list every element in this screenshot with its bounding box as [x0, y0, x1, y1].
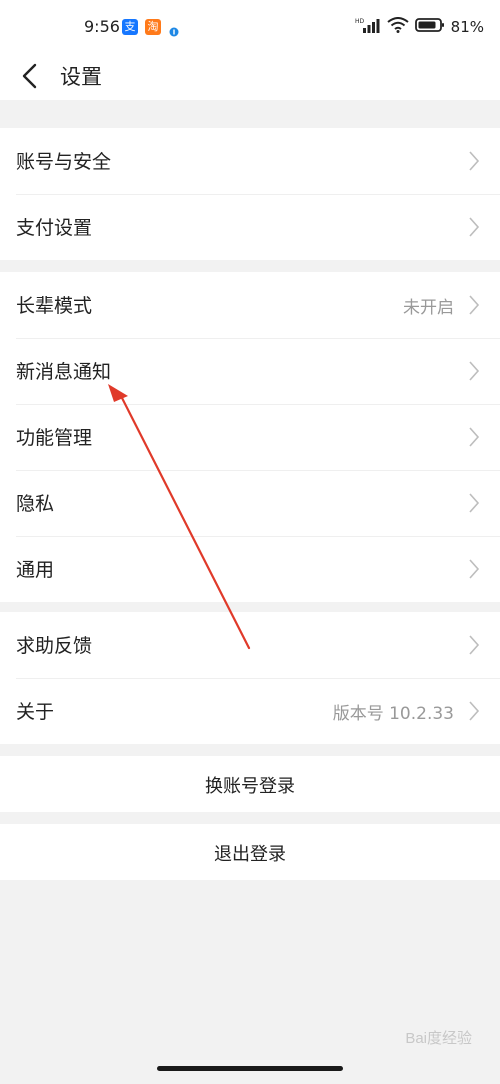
battery-percent: 81% [450, 18, 484, 36]
chevron-left-icon [22, 63, 37, 89]
baidu-jingyan-watermark: Bai度经验 [405, 1030, 472, 1047]
row-label: 账号与安全 [16, 151, 112, 173]
switch-account-button[interactable]: 换账号登录 [0, 756, 500, 812]
settings-group-account: 账号与安全 支付设置 [0, 128, 500, 260]
chevron-right-icon [469, 295, 480, 315]
svg-text:HD: HD [355, 18, 365, 25]
row-label: 支付设置 [16, 217, 93, 239]
row-label: 隐私 [16, 493, 55, 515]
status-bar: 9:56 支 淘 HD 81% [0, 0, 500, 52]
row-general[interactable]: 通用 [0, 536, 500, 602]
switch-account-label: 换账号登录 [205, 776, 295, 797]
page-title: 设置 [60, 65, 102, 89]
chevron-right-icon [469, 427, 480, 447]
row-label: 通用 [16, 559, 55, 581]
settings-header: 设置 [0, 52, 500, 100]
logout-label: 退出登录 [214, 844, 286, 865]
version-label: 版本号 10.2.33 [332, 704, 454, 724]
row-about[interactable]: 关于 版本号 10.2.33 [0, 678, 500, 744]
row-help-feedback[interactable]: 求助反馈 [0, 612, 500, 678]
chevron-right-icon [469, 559, 480, 579]
chevron-right-icon [469, 361, 480, 381]
home-indicator[interactable] [157, 1066, 343, 1071]
row-feature-management[interactable]: 功能管理 [0, 404, 500, 470]
battery-icon [414, 17, 445, 37]
wifi-icon [387, 17, 409, 37]
notification-dot-icon [169, 22, 179, 41]
row-label: 长辈模式 [16, 295, 93, 317]
chevron-right-icon [469, 493, 480, 513]
taobao-icon: 淘 [145, 19, 161, 35]
row-label: 求助反馈 [16, 635, 93, 657]
chevron-right-icon [469, 151, 480, 171]
signal-icon: HD [355, 17, 381, 37]
row-label: 新消息通知 [16, 361, 112, 383]
row-label: 关于 [16, 701, 55, 723]
chevron-right-icon [469, 217, 480, 237]
alipay-icon: 支 [122, 19, 138, 35]
row-account-security[interactable]: 账号与安全 [0, 128, 500, 194]
row-payment-settings[interactable]: 支付设置 [0, 194, 500, 260]
logout-button[interactable]: 退出登录 [0, 824, 500, 880]
status-time: 9:56 [84, 17, 120, 36]
settings-group-help: 求助反馈 关于 版本号 10.2.33 [0, 612, 500, 744]
chevron-right-icon [469, 701, 480, 721]
back-button[interactable] [14, 58, 50, 94]
settings-group-general: 长辈模式 未开启 新消息通知 功能管理 隐私 通用 [0, 272, 500, 602]
row-new-message-notification[interactable]: 新消息通知 [0, 338, 500, 404]
row-label: 功能管理 [16, 427, 93, 449]
chevron-right-icon [469, 635, 480, 655]
row-elder-mode[interactable]: 长辈模式 未开启 [0, 272, 500, 338]
row-privacy[interactable]: 隐私 [0, 470, 500, 536]
row-value: 未开启 [403, 298, 454, 318]
